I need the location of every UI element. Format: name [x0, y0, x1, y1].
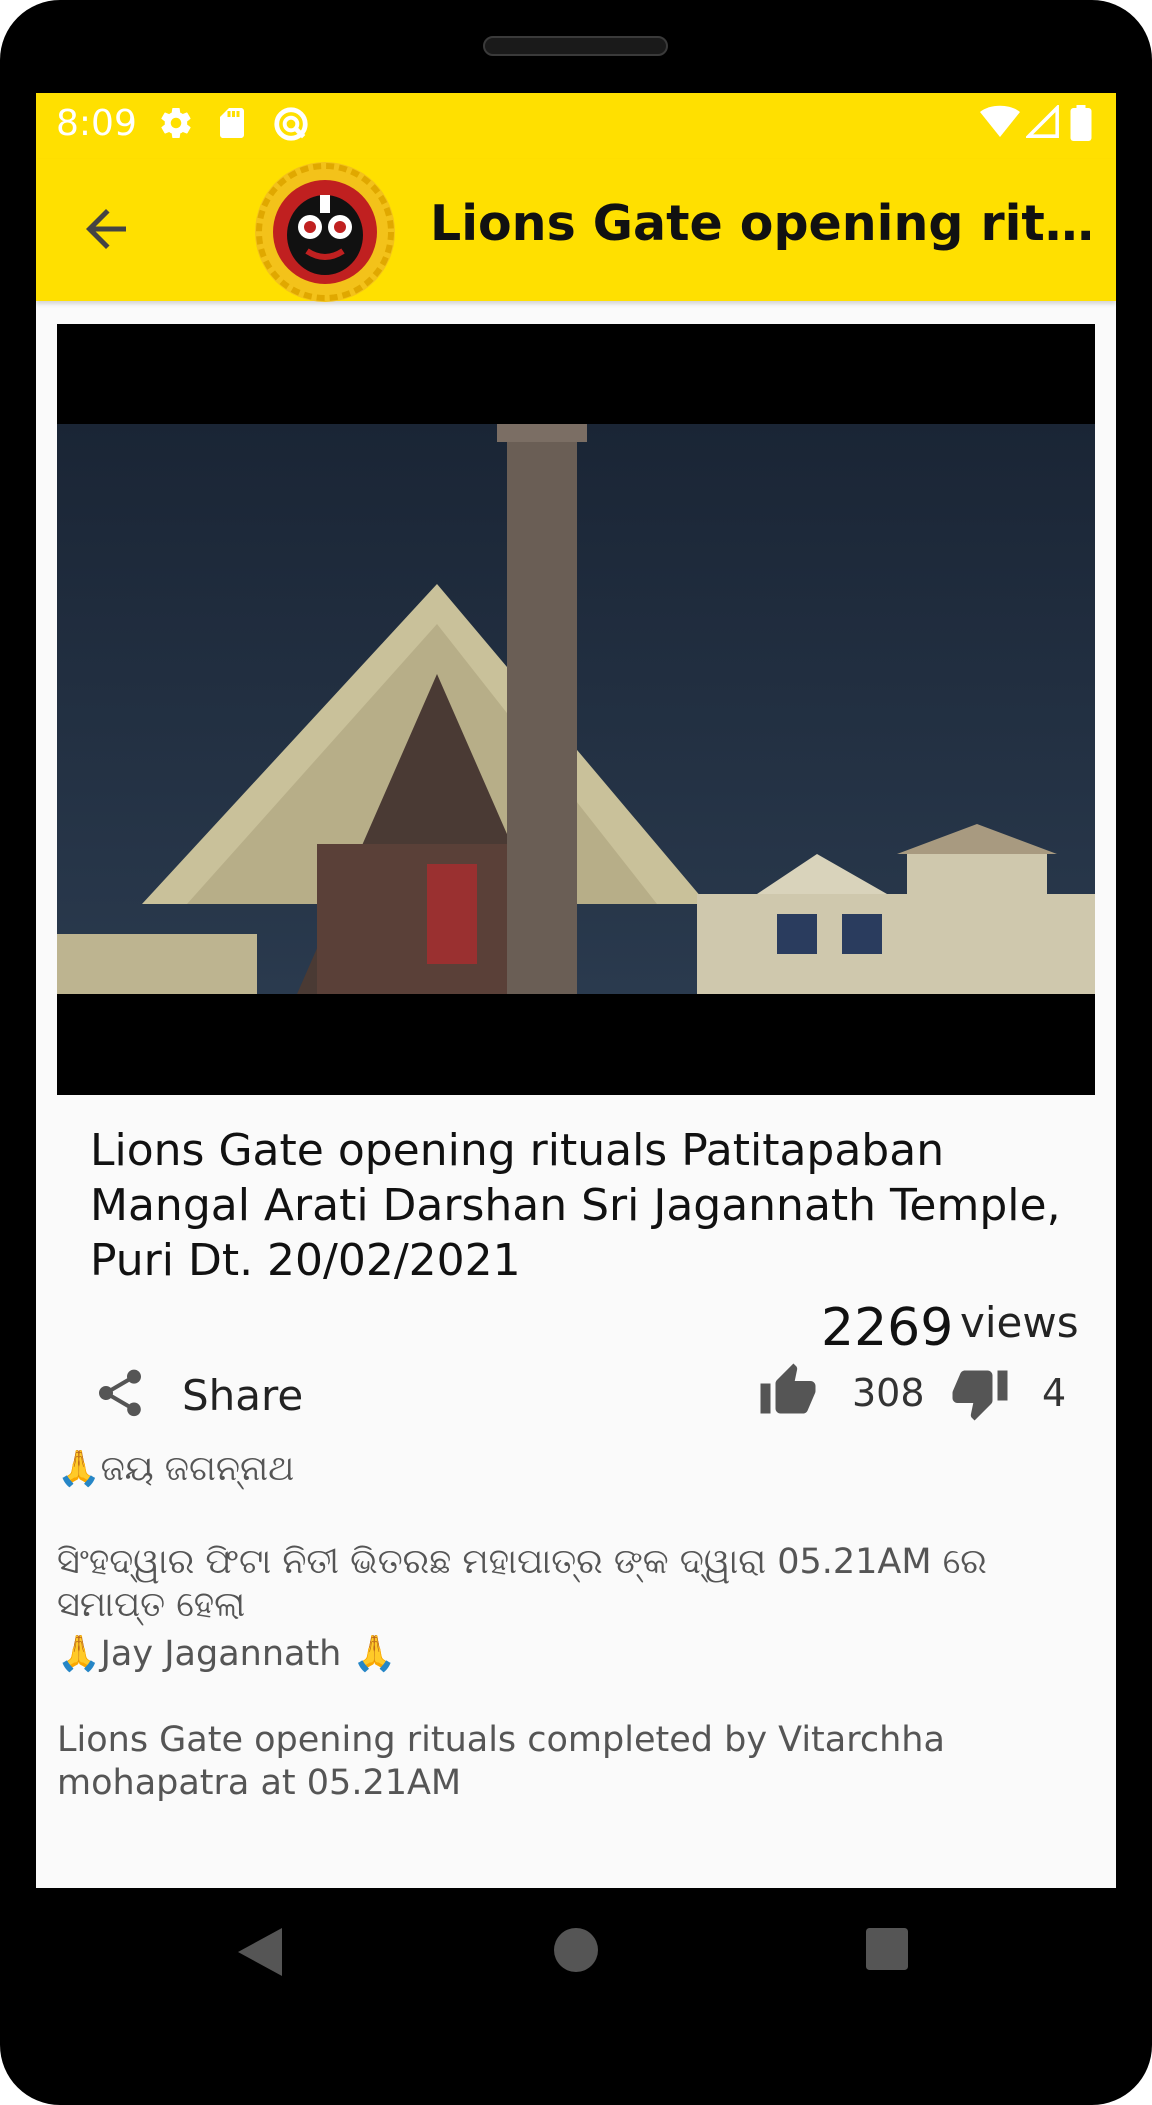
thumbs-up-icon[interactable]: [756, 1361, 820, 1421]
dislike-count: 4: [1042, 1371, 1067, 1415]
odia-greeting-text: ଜୟ ଜଗନ୍ନାଥ: [100, 1449, 295, 1489]
status-time: 8:09: [56, 103, 137, 144]
navigation-bar: [0, 1888, 1152, 2048]
status-bar: 8:09: [36, 93, 1116, 159]
description-english-text: Lions Gate opening rituals completed by …: [57, 1720, 945, 1803]
description-odia-greeting: 🙏ଜୟ ଜଗନ୍ନାଥ: [57, 1448, 1097, 1491]
signal-icon: [1026, 105, 1059, 138]
arrow-left-icon[interactable]: [76, 199, 136, 259]
views-label: views: [960, 1298, 1079, 1347]
video-title: Lions Gate opening rituals Patitapaban M…: [90, 1125, 1061, 1286]
sd-card-icon: [220, 108, 244, 138]
views-count: 2269: [821, 1298, 954, 1358]
speaker-grille: [483, 36, 668, 56]
thumbs-down-icon[interactable]: [948, 1363, 1012, 1423]
share-label: Share: [182, 1371, 304, 1420]
battery-icon: [1070, 105, 1092, 141]
video-thumbnail: [57, 424, 1095, 994]
app-title: Lions Gate opening rituals...: [430, 195, 1100, 252]
description-english-greeting: 🙏Jay Jagannath 🙏: [57, 1633, 1097, 1676]
video-player[interactable]: [57, 324, 1095, 1095]
triangle-back-icon[interactable]: [238, 1928, 282, 1976]
gear-icon: [161, 108, 191, 139]
praying-hands-icon: 🙏: [57, 1634, 101, 1674]
circle-home-icon[interactable]: [554, 1928, 598, 1972]
device-frame: 8:09 Lions Gate opening ritua Lions Gate…: [0, 0, 1152, 2105]
jagannath-logo: [255, 162, 395, 302]
share-icon: [99, 1369, 141, 1417]
like-count: 308: [852, 1371, 925, 1415]
square-recents-icon[interactable]: [866, 1928, 908, 1970]
sync-icon: [274, 107, 308, 141]
english-greeting-text: Jay Jagannath: [100, 1634, 342, 1674]
description-odia-text: ସିଂହଦ୍ୱାର ଫିଟା ନିତୀ ଭିତରଛ ମହାପାତ୍ର ଙ୍କ ଦ…: [57, 1542, 987, 1625]
screen: 8:09 Lions Gate opening ritua Lions Gate…: [36, 93, 1116, 1888]
wifi-icon: [980, 105, 1020, 137]
app-bar: Lions Gate opening rituals...: [36, 159, 1116, 302]
praying-hands-icon: 🙏: [352, 1634, 397, 1674]
praying-hands-icon: 🙏: [57, 1449, 101, 1489]
